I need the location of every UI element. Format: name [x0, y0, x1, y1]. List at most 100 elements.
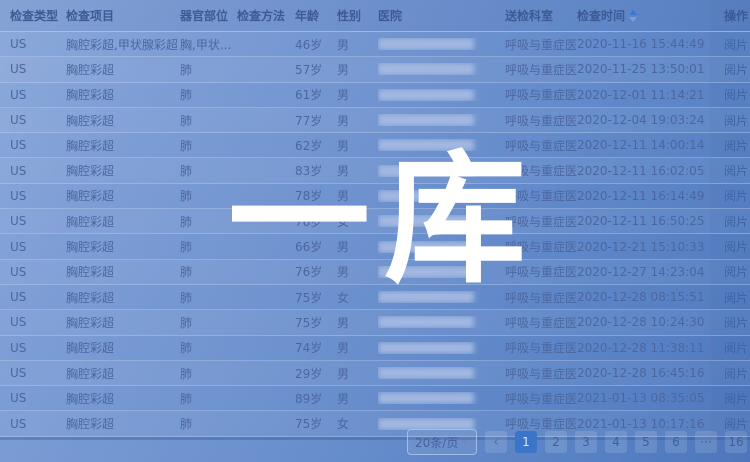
page-ellipsis[interactable]: ··· [695, 431, 717, 453]
cell-age: 89岁 [295, 390, 337, 407]
page-button-4[interactable]: 4 [605, 431, 627, 453]
page-button-1[interactable]: 1 [515, 431, 537, 453]
cell-item: 胸腔彩超 [66, 213, 180, 230]
view-film-link[interactable]: 阅片 [724, 339, 748, 356]
cell-time: 2020-12-28 08:15:51 [577, 290, 710, 304]
cell-organ: 肺 [180, 390, 237, 407]
cell-hospital [378, 241, 505, 253]
cell-dept: 呼吸与重症医... [505, 238, 577, 255]
cell-hospital [378, 367, 505, 379]
sort-desc-icon[interactable] [629, 17, 637, 22]
cell-hospital [378, 342, 505, 354]
cell-op: 阅片 [710, 234, 750, 258]
redacted-hospital-blur [378, 63, 474, 75]
view-film-link[interactable]: 阅片 [724, 36, 748, 53]
cell-age: 77岁 [295, 112, 337, 129]
cell-dept: 呼吸与重症医... [505, 86, 577, 103]
page-button-5[interactable]: 5 [635, 431, 657, 453]
page-button-16[interactable]: 16 [725, 431, 747, 453]
cell-gender: 男 [337, 112, 378, 129]
page-button-3[interactable]: 3 [575, 431, 597, 453]
page-size-select[interactable]: 20条/页 [407, 429, 477, 455]
cell-type: US [10, 62, 66, 76]
cell-item: 胸腔彩超 [66, 289, 180, 306]
cell-op: 阅片 [710, 386, 750, 410]
table-row: US胸腔彩超肺62岁男呼吸与重症医...2020-12-11 14:00:14阅… [0, 133, 750, 158]
cell-item: 胸腔彩超 [66, 365, 180, 382]
table-row: US胸腔彩超肺74岁男呼吸与重症医...2020-12-28 11:38:11阅… [0, 336, 750, 361]
cell-op: 阅片 [710, 108, 750, 132]
cell-organ: 肺 [180, 314, 237, 331]
cell-organ: 肺 [180, 162, 237, 179]
column-header-label: 性别 [337, 7, 361, 24]
table-row: US胸腔彩超,甲状腺彩超胸,甲状...46岁男呼吸与重症医...2020-11-… [0, 32, 750, 57]
cell-type: US [10, 366, 66, 380]
cell-type: US [10, 240, 66, 254]
cell-gender: 男 [337, 365, 378, 382]
cell-type: US [10, 290, 66, 304]
view-film-link[interactable]: 阅片 [724, 289, 748, 306]
view-film-link[interactable]: 阅片 [724, 365, 748, 382]
cell-age: 61岁 [295, 86, 337, 103]
view-film-link[interactable]: 阅片 [724, 213, 748, 230]
page-button-2[interactable]: 2 [545, 431, 567, 453]
table-header-row: 检查类型检查项目器官部位检查方法年龄性别医院送检科室检查时间操作 [0, 0, 750, 32]
column-header-gender: 性别 [337, 7, 378, 24]
view-film-link[interactable]: 阅片 [724, 187, 748, 204]
cell-age: 75岁 [295, 289, 337, 306]
cell-type: US [10, 138, 66, 152]
cell-op: 阅片 [710, 184, 750, 208]
table-row: US胸腔彩超肺77岁男呼吸与重症医...2020-12-04 19:03:24阅… [0, 108, 750, 133]
redacted-hospital-blur [378, 367, 474, 379]
pagination-pages: 123456 ··· 16 [515, 431, 747, 453]
view-film-link[interactable]: 阅片 [724, 238, 748, 255]
cell-type: US [10, 417, 66, 431]
redacted-hospital-blur [378, 316, 474, 328]
cell-type: US [10, 189, 66, 203]
view-film-link[interactable]: 阅片 [724, 263, 748, 280]
cell-organ: 肺 [180, 339, 237, 356]
cell-op: 阅片 [710, 361, 750, 385]
cell-organ: 肺 [180, 213, 237, 230]
prev-page-button[interactable]: ‹ [485, 431, 507, 453]
cell-op: 阅片 [710, 32, 750, 56]
cell-gender: 男 [337, 137, 378, 154]
cell-organ: 肺 [180, 415, 237, 432]
cell-organ: 肺 [180, 187, 237, 204]
cell-gender: 男 [337, 263, 378, 280]
view-film-link[interactable]: 阅片 [724, 86, 748, 103]
column-header-label: 检查方法 [237, 7, 285, 24]
redacted-hospital-blur [378, 241, 474, 253]
cell-item: 胸腔彩超 [66, 238, 180, 255]
view-film-link[interactable]: 阅片 [724, 162, 748, 179]
sort-asc-icon[interactable] [629, 10, 637, 15]
column-header-time[interactable]: 检查时间 [577, 7, 710, 24]
cell-gender: 男 [337, 390, 378, 407]
view-film-link[interactable]: 阅片 [724, 314, 748, 331]
cell-op: 阅片 [710, 310, 750, 334]
cell-item: 胸腔彩超 [66, 112, 180, 129]
cell-item: 胸腔彩超 [66, 263, 180, 280]
cell-time: 2020-12-21 15:10:33 [577, 240, 710, 254]
view-film-link[interactable]: 阅片 [724, 137, 748, 154]
cell-dept: 呼吸与重症医... [505, 187, 577, 204]
cell-hospital [378, 139, 505, 151]
cell-gender: 男 [337, 187, 378, 204]
sort-icon[interactable] [629, 10, 637, 22]
cell-type: US [10, 37, 66, 51]
cell-age: 76岁 [295, 213, 337, 230]
view-film-link[interactable]: 阅片 [724, 61, 748, 78]
cell-gender: 男 [337, 314, 378, 331]
page-button-6[interactable]: 6 [665, 431, 687, 453]
cell-item: 胸腔彩超 [66, 86, 180, 103]
pagination-bar: 20条/页 ‹ 123456 ··· 16 [407, 429, 747, 455]
view-film-link[interactable]: 阅片 [724, 390, 748, 407]
table-row: US胸腔彩超肺78岁男呼吸与重症医...2020-12-11 16:14:49阅… [0, 184, 750, 209]
column-header-type: 检查类型 [10, 7, 66, 24]
cell-hospital [378, 418, 505, 430]
cell-organ: 肺 [180, 61, 237, 78]
view-film-link[interactable]: 阅片 [724, 112, 748, 129]
cell-gender: 女 [337, 289, 378, 306]
redacted-hospital-blur [378, 266, 474, 278]
cell-item: 胸腔彩超 [66, 187, 180, 204]
